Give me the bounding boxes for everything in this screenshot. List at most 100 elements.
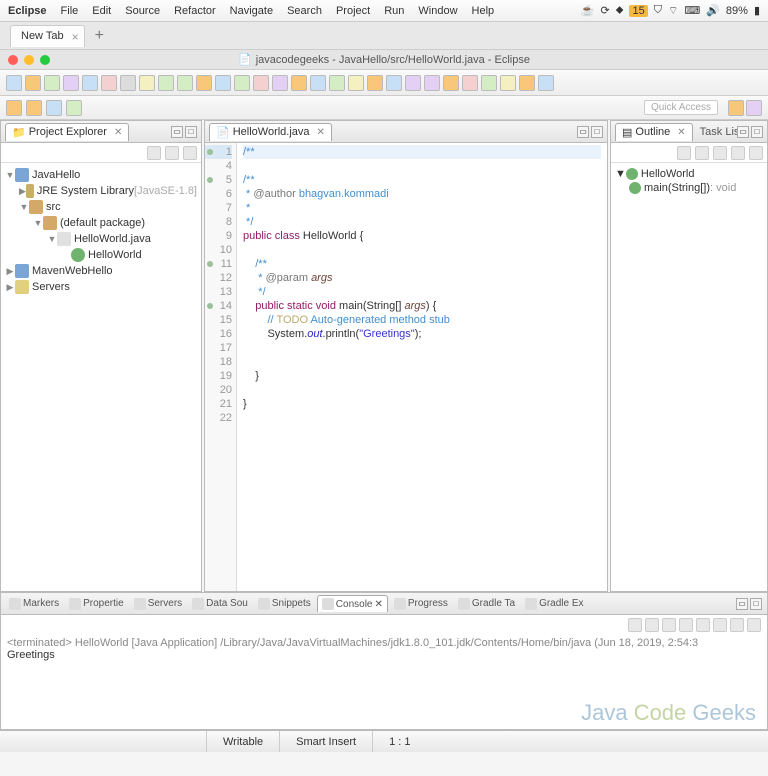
console-output[interactable]: <terminated> HelloWorld [Java Applicatio… [1, 635, 767, 729]
sort-icon[interactable] [677, 146, 691, 160]
tree-node[interactable]: ▼src [5, 199, 197, 215]
new-server-icon[interactable] [215, 75, 231, 91]
skip-icon[interactable] [120, 75, 136, 91]
menu-help[interactable]: Help [472, 5, 495, 17]
tree-node[interactable]: ▶JRE System Library [JavaSE-1.8] [5, 183, 197, 199]
resume-icon[interactable] [139, 75, 155, 91]
coverage-icon[interactable] [196, 75, 212, 91]
hide-fields-icon[interactable] [695, 146, 709, 160]
quick-access-input[interactable]: Quick Access [644, 100, 718, 115]
maximize-panel-icon[interactable]: □ [591, 126, 603, 138]
forward-icon[interactable] [424, 75, 440, 91]
tree-node[interactable]: ▶Servers [5, 279, 197, 295]
remove-all-icon[interactable] [662, 618, 676, 632]
bottom-tab-console[interactable]: Console✕ [317, 595, 388, 612]
close-icon[interactable]: ✕ [114, 127, 122, 138]
view-menu-icon[interactable] [183, 146, 197, 160]
close-icon[interactable]: ✕ [317, 127, 325, 138]
new-icon[interactable] [6, 75, 22, 91]
bottom-tab-servers[interactable]: Servers [130, 596, 186, 612]
line-gutter[interactable]: 145678910111213141516171819202122 [205, 143, 237, 591]
editor-tab[interactable]: 📄 HelloWorld.java ✕ [209, 123, 332, 141]
show-ws-icon[interactable] [538, 75, 554, 91]
bottom-tab-data sou[interactable]: Data Sou [188, 596, 252, 612]
tree-node[interactable]: ▼(default package) [5, 215, 197, 231]
open-type-icon[interactable] [329, 75, 345, 91]
task-icon[interactable] [386, 75, 402, 91]
menu-run[interactable]: Run [384, 5, 404, 17]
bottom-tab-gradle ex[interactable]: Gradle Ex [521, 596, 587, 612]
menu-source[interactable]: Source [125, 5, 160, 17]
home-icon[interactable] [66, 100, 82, 116]
outline-tree[interactable]: ▼HelloWorldmain(String[]) : void [611, 163, 767, 199]
maximize-panel-icon[interactable]: □ [750, 598, 762, 610]
bottom-tab-snippets[interactable]: Snippets [254, 596, 315, 612]
menu-project[interactable]: Project [336, 5, 370, 17]
new-tab-button[interactable]: + [95, 27, 104, 45]
close-window-button[interactable] [8, 55, 18, 65]
pin-console-icon[interactable] [713, 618, 727, 632]
scroll-lock-icon[interactable] [696, 618, 710, 632]
menu-search[interactable]: Search [287, 5, 322, 17]
prev-icon[interactable] [500, 75, 516, 91]
minimize-panel-icon[interactable]: ▭ [736, 598, 748, 610]
menu-edit[interactable]: Edit [92, 5, 111, 17]
maximize-panel-icon[interactable]: □ [751, 126, 763, 138]
project-explorer-tab[interactable]: 📁 Project Explorer ✕ [5, 123, 129, 141]
build-icon[interactable] [63, 75, 79, 91]
new-package-icon[interactable] [310, 75, 326, 91]
clear-console-icon[interactable] [679, 618, 693, 632]
search-icon[interactable] [348, 75, 364, 91]
perspective-java-icon[interactable] [728, 100, 744, 116]
minimize-panel-icon[interactable]: ▭ [171, 126, 183, 138]
save-all-icon[interactable] [44, 75, 60, 91]
profile-icon[interactable] [253, 75, 269, 91]
display-console-icon[interactable] [730, 618, 744, 632]
close-icon[interactable]: ✕ [677, 127, 685, 138]
close-tab-icon[interactable]: × [72, 30, 79, 44]
menu-window[interactable]: Window [418, 5, 457, 17]
bottom-tab-progress[interactable]: Progress [390, 596, 452, 612]
drop-icon[interactable] [462, 75, 478, 91]
minimize-window-button[interactable] [24, 55, 34, 65]
bottom-tab-propertie[interactable]: Propertie [65, 596, 128, 612]
annotate-icon[interactable] [367, 75, 383, 91]
view-menu-icon[interactable] [749, 146, 763, 160]
last-edit-icon[interactable] [519, 75, 535, 91]
debug-icon[interactable] [158, 75, 174, 91]
code-area[interactable]: /** /** * @author bhagvan.kommadi * */pu… [237, 143, 607, 591]
refresh-icon[interactable] [46, 100, 62, 116]
outline-tab[interactable]: ▤ Outline ✕ [615, 123, 693, 141]
perspective-switch-icon[interactable] [746, 100, 762, 116]
open-console-icon[interactable] [747, 618, 761, 632]
start-server-icon[interactable] [234, 75, 250, 91]
stop-icon[interactable] [101, 75, 117, 91]
browser-tab[interactable]: New Tab × [10, 25, 85, 47]
bottom-tab-gradle ta[interactable]: Gradle Ta [454, 596, 519, 612]
toggle-icon[interactable] [82, 75, 98, 91]
tree-node[interactable]: ▼HelloWorld.java [5, 231, 197, 247]
zoom-window-button[interactable] [40, 55, 50, 65]
bottom-tab-markers[interactable]: Markers [5, 596, 63, 612]
minimize-panel-icon[interactable]: ▭ [577, 126, 589, 138]
menu-refactor[interactable]: Refactor [174, 5, 216, 17]
hide-nonpublic-icon[interactable] [731, 146, 745, 160]
maximize-panel-icon[interactable]: □ [185, 126, 197, 138]
pin-icon[interactable] [443, 75, 459, 91]
nav-fwd-icon[interactable] [26, 100, 42, 116]
project-tree[interactable]: ▼JavaHello▶JRE System Library [JavaSE-1.… [1, 163, 201, 591]
menu-navigate[interactable]: Navigate [230, 5, 273, 17]
menu-file[interactable]: File [61, 5, 79, 17]
tree-node[interactable]: ▼JavaHello [5, 167, 197, 183]
save-icon[interactable] [25, 75, 41, 91]
hide-static-icon[interactable] [713, 146, 727, 160]
external-icon[interactable] [272, 75, 288, 91]
remove-launch-icon[interactable] [645, 618, 659, 632]
nav-back-icon[interactable] [6, 100, 22, 116]
next-icon[interactable] [481, 75, 497, 91]
run-icon[interactable] [177, 75, 193, 91]
tree-node[interactable]: ▶MavenWebHello [5, 263, 197, 279]
tree-node[interactable]: HelloWorld [5, 247, 197, 263]
back-icon[interactable] [405, 75, 421, 91]
link-editor-icon[interactable] [165, 146, 179, 160]
